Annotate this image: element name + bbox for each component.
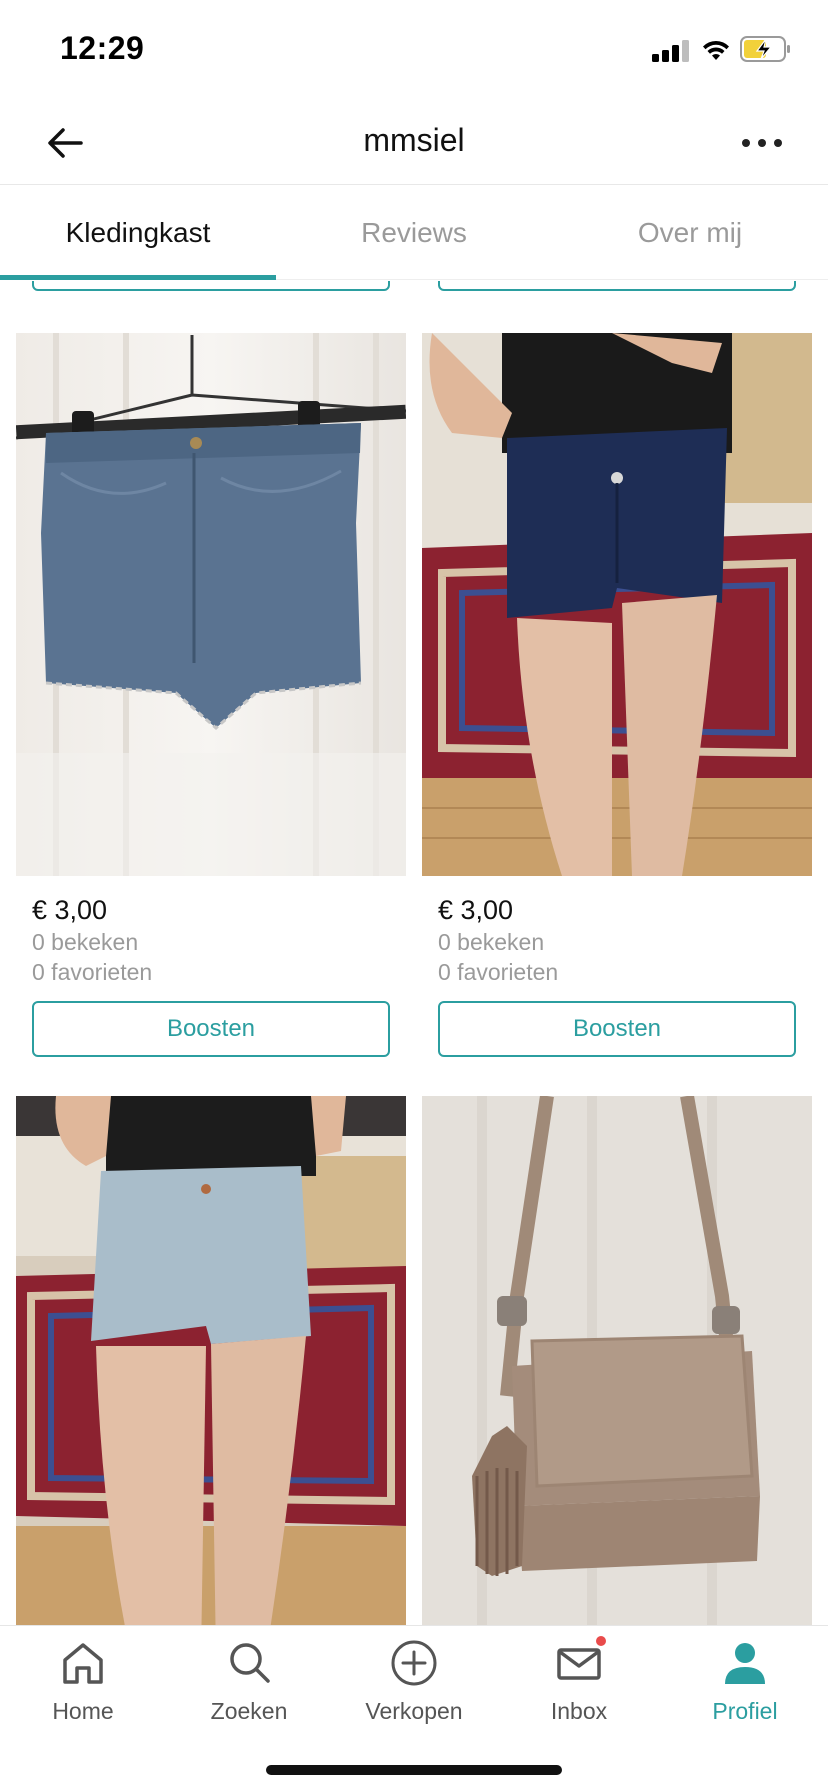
- nav-profile-label: Profiel: [712, 1698, 778, 1724]
- profile-header: mmsiel: [0, 100, 828, 185]
- nav-profile[interactable]: Profiel: [662, 1638, 828, 1738]
- home-indicator: [266, 1765, 562, 1775]
- listing-card[interactable]: [16, 1096, 406, 1625]
- boost-button-partial[interactable]: [32, 281, 390, 291]
- more-options-button[interactable]: [732, 118, 792, 168]
- wardrobe-grid[interactable]: € 3,00 0 bekeken 0 favorieten Boosten € …: [0, 281, 828, 1625]
- listing-favorites: 0 favorieten: [438, 959, 559, 985]
- listing-favorites: 0 favorieten: [32, 959, 153, 985]
- listing-card[interactable]: [422, 1096, 812, 1625]
- listing-views: 0 bekeken: [32, 929, 139, 955]
- tab-reviews[interactable]: Reviews: [276, 186, 552, 279]
- listing-price: € 3,00: [438, 895, 514, 925]
- wifi-icon: [703, 40, 729, 60]
- page-title: mmsiel: [363, 122, 465, 158]
- tab-kledingkast[interactable]: Kledingkast: [0, 186, 276, 279]
- listing-card[interactable]: € 3,00 0 bekeken 0 favorieten Boosten: [16, 333, 406, 1063]
- listing-price: € 3,00: [32, 895, 108, 925]
- more-horizontal-icon: [742, 139, 750, 147]
- plus-circle-icon: [391, 1640, 437, 1686]
- tab-over-mij[interactable]: Over mij: [552, 186, 828, 279]
- listing-info: € 3,00 0 bekeken 0 favorieten: [32, 893, 152, 987]
- nav-search[interactable]: Zoeken: [166, 1638, 332, 1738]
- nav-home-label: Home: [52, 1698, 114, 1724]
- nav-sell[interactable]: Verkopen: [331, 1638, 497, 1738]
- listing-image-suede-bag[interactable]: [422, 1096, 812, 1625]
- listing-card[interactable]: € 3,00 0 bekeken 0 favorieten Boosten: [422, 333, 812, 1063]
- listing-info: € 3,00 0 bekeken 0 favorieten: [438, 893, 558, 987]
- battery-charging-icon: [740, 36, 790, 62]
- nav-search-label: Zoeken: [210, 1698, 288, 1724]
- home-icon: [63, 1643, 103, 1684]
- nav-inbox[interactable]: Inbox: [496, 1634, 662, 1738]
- nav-home[interactable]: Home: [0, 1638, 166, 1738]
- cellular-signal-icon: [652, 40, 690, 62]
- boost-button[interactable]: Boosten: [32, 1001, 390, 1057]
- profile-tabs: Kledingkast Reviews Over mij: [0, 186, 828, 280]
- listing-image-dark-denim-shorts[interactable]: [422, 333, 812, 876]
- mail-icon-wrapper: [554, 1634, 608, 1688]
- listing-views: 0 bekeken: [438, 929, 545, 955]
- nav-inbox-label: Inbox: [550, 1698, 608, 1724]
- boost-button-partial[interactable]: [438, 281, 796, 291]
- nav-sell-label: Verkopen: [365, 1698, 463, 1724]
- notification-badge: [594, 1634, 608, 1648]
- listing-image-denim-shorts[interactable]: [16, 333, 406, 876]
- boost-button[interactable]: Boosten: [438, 1001, 796, 1057]
- status-bar: 12:29: [0, 0, 828, 100]
- profile-icon: [725, 1643, 765, 1684]
- status-time: 12:29: [60, 30, 145, 66]
- active-tab-indicator: [0, 275, 276, 280]
- listing-image-light-denim-shorts[interactable]: [16, 1096, 406, 1625]
- search-icon: [230, 1643, 270, 1683]
